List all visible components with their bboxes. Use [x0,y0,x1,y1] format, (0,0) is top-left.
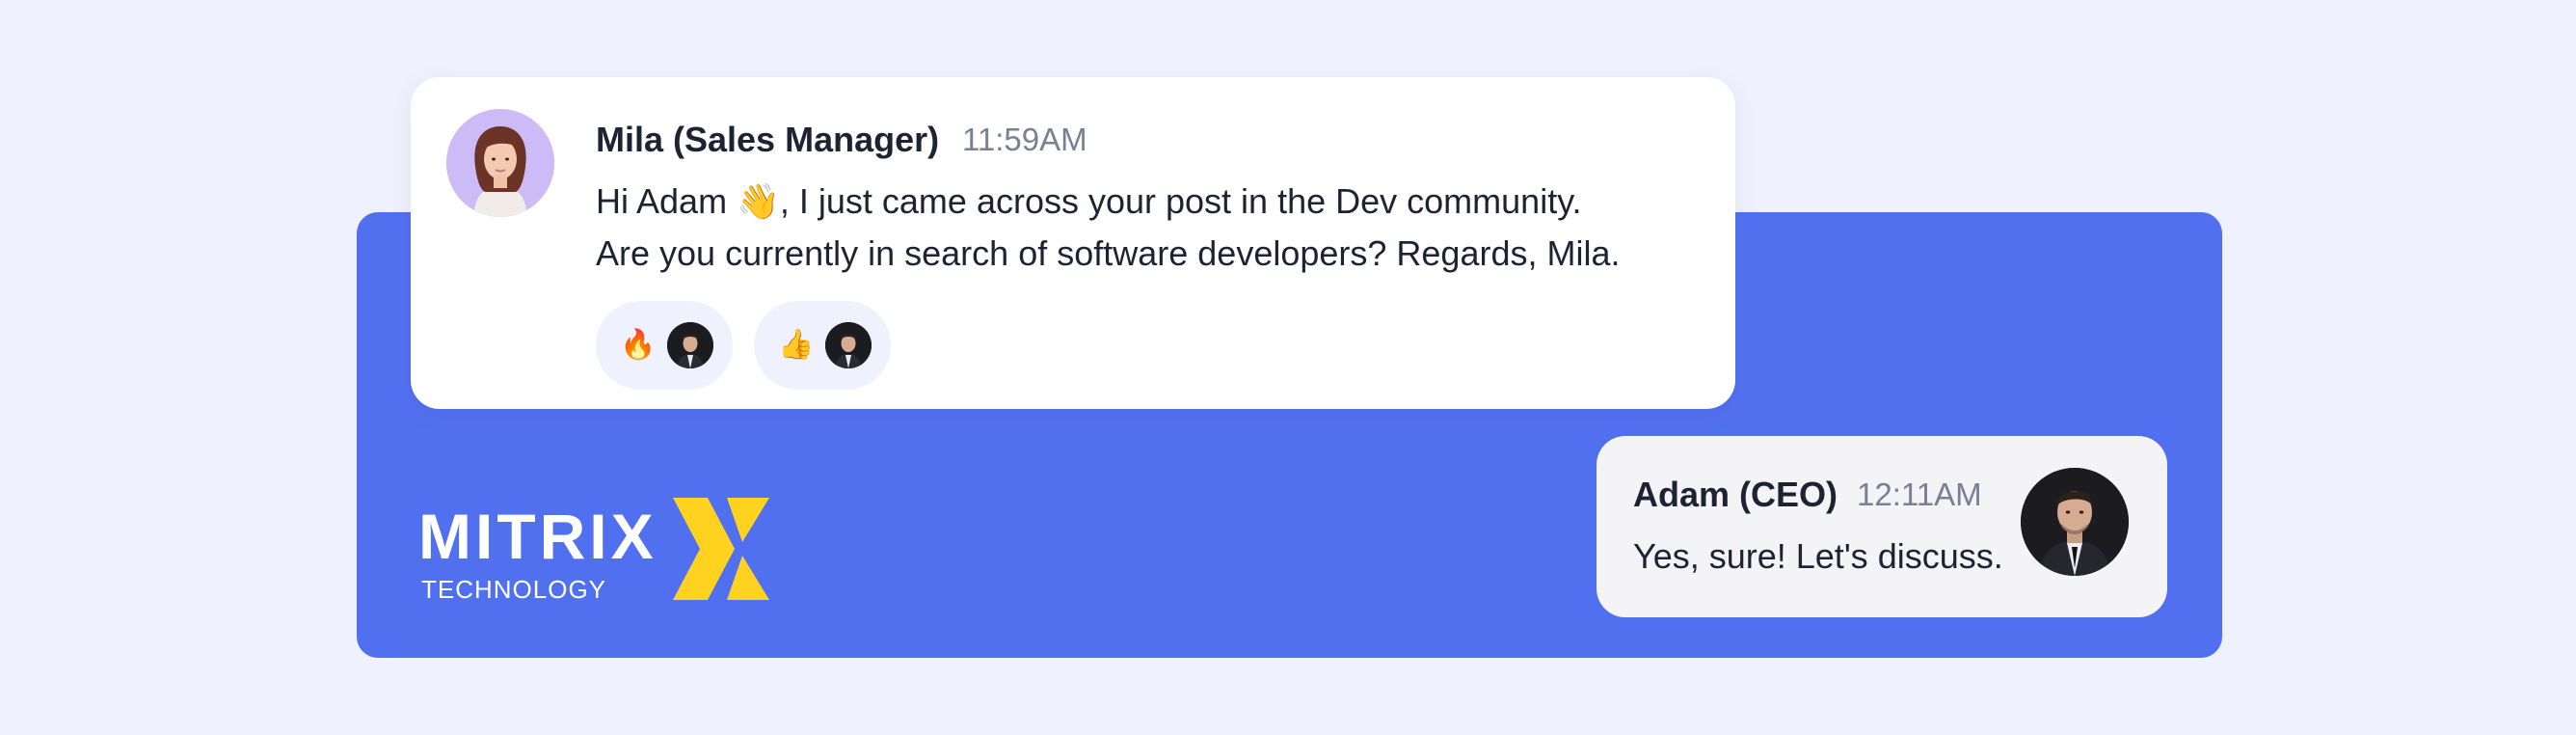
message-text-line: Are you currently in search of software … [596,233,1621,273]
message-timestamp: 11:59AM [962,122,1087,157]
x-chevron-logo-icon [673,498,769,600]
brand-name: MITRIX [418,501,657,572]
avatar-adam[interactable] [2021,468,2129,576]
reactor-avatar [825,322,872,368]
message-card-adam: Adam (CEO) 12:11AM Yes, sure! Let's disc… [1597,436,2167,617]
message-timestamp: 12:11AM [1857,476,1982,512]
reaction-fire[interactable]: 🔥 [596,301,733,390]
person-avatar-icon [2021,468,2129,576]
author-name: Mila (Sales Manager) [596,120,940,159]
message-card-mila: Mila (Sales Manager) 11:59AM Hi Adam 👋, … [411,77,1735,409]
message-text: Yes, sure! Let's discuss. [1633,536,2003,576]
avatar-mila[interactable] [446,109,554,217]
author-name: Adam (CEO) [1633,475,1838,514]
thumbs-up-icon: 👍 [778,329,815,361]
reaction-thumbs-up[interactable]: 👍 [754,301,891,390]
message-text-line: Hi Adam 👋, I just came across your post … [596,181,1582,221]
brand-logo: MITRIX TECHNOLOGY [418,492,785,608]
person-avatar-icon [446,109,554,217]
fire-icon: 🔥 [620,329,657,361]
brand-subtitle: TECHNOLOGY [421,575,607,604]
message-text: Hi Adam 👋, I just came across your post … [596,176,1621,280]
reactor-avatar [667,322,713,368]
